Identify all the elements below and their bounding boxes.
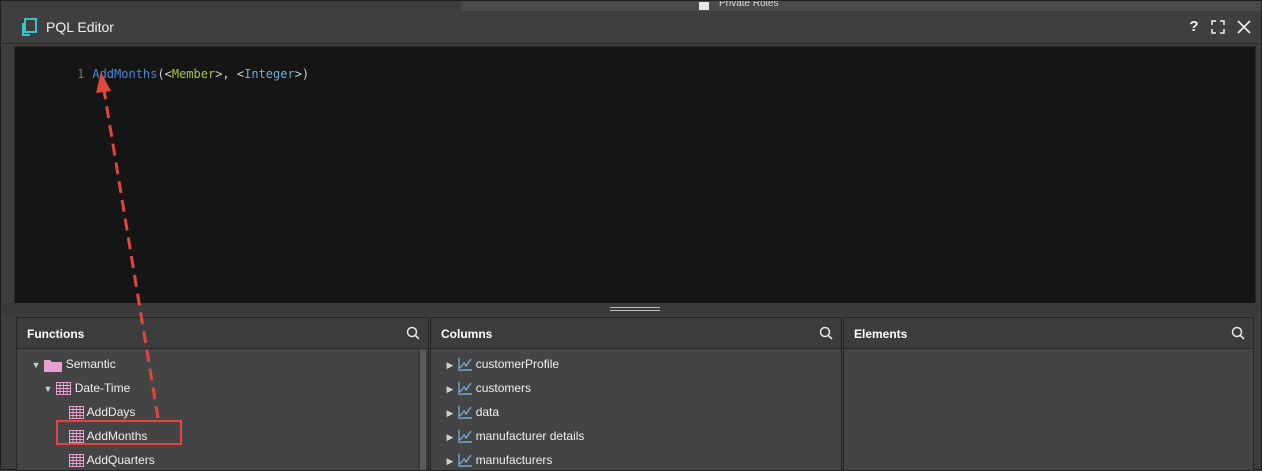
annotation-arrow bbox=[96, 72, 160, 419]
arrowhead-icon bbox=[96, 72, 111, 93]
dashed-arrow-line bbox=[102, 89, 160, 419]
